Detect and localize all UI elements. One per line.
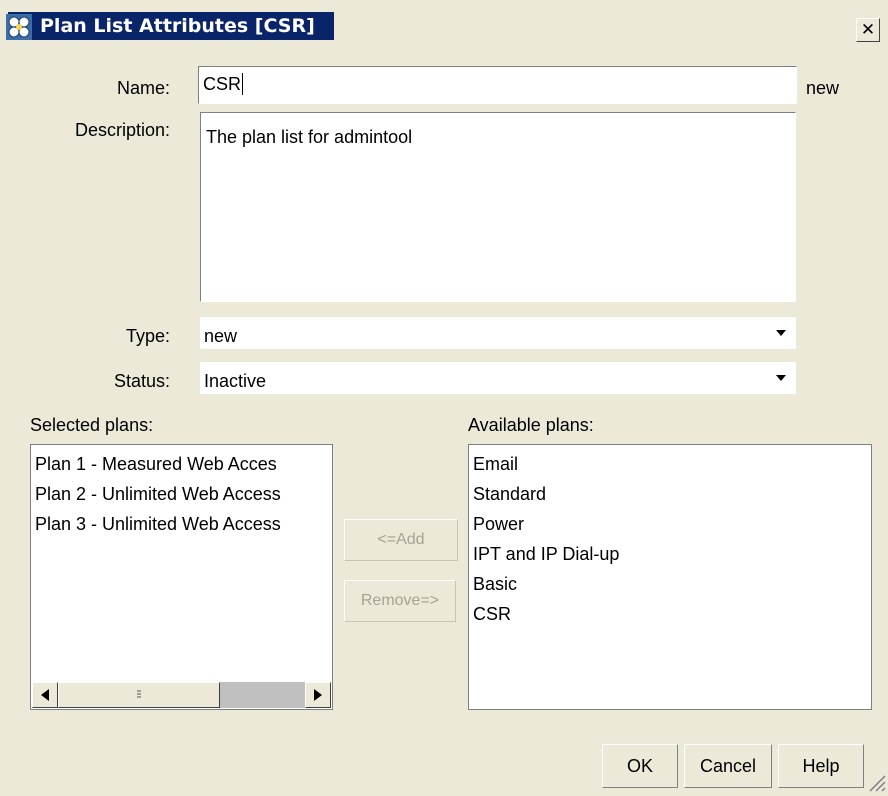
name-field[interactable]: CSR — [198, 66, 797, 104]
help-button[interactable]: Help — [778, 744, 864, 788]
selected-plans-list[interactable]: Plan 1 - Measured Web Acces Plan 2 - Unl… — [30, 444, 333, 710]
status-label: Status: — [113, 371, 170, 391]
list-item[interactable]: Power — [469, 509, 871, 539]
chevron-down-icon[interactable] — [774, 371, 788, 385]
cancel-button[interactable]: Cancel — [684, 744, 772, 788]
plan-list-attributes-dialog: Plan List Attributes [CSR] ✕ Name: CSR n… — [0, 0, 888, 796]
arrow-left-icon — [41, 689, 49, 701]
description-label: Description: — [74, 120, 170, 140]
type-select[interactable]: new — [200, 317, 796, 349]
app-globe-icon — [6, 14, 32, 40]
description-field[interactable]: The plan list for admintool — [200, 112, 796, 302]
list-item[interactable]: Plan 1 - Measured Web Acces — [31, 449, 332, 479]
chevron-down-icon[interactable] — [774, 326, 788, 340]
horizontal-scrollbar[interactable] — [32, 682, 331, 708]
status-select[interactable]: Inactive — [200, 362, 796, 394]
list-item[interactable]: CSR — [469, 599, 871, 629]
scroll-thumb[interactable] — [58, 682, 220, 708]
resize-grip-icon[interactable] — [866, 772, 886, 792]
list-item[interactable]: Email — [469, 449, 871, 479]
available-plans-label: Available plans: — [468, 415, 594, 435]
scroll-left-button[interactable] — [32, 682, 58, 708]
window-title: Plan List Attributes [CSR] — [36, 15, 321, 39]
remove-button[interactable]: Remove=> — [344, 580, 456, 622]
list-item[interactable]: IPT and IP Dial-up — [469, 539, 871, 569]
arrow-right-icon — [314, 689, 322, 701]
ok-button[interactable]: OK — [602, 744, 678, 788]
title-bar[interactable]: Plan List Attributes [CSR] ✕ — [0, 0, 888, 52]
list-item[interactable]: Plan 2 - Unlimited Web Access — [31, 479, 332, 509]
type-value: new — [204, 326, 238, 346]
add-button[interactable]: <=Add — [344, 519, 458, 561]
selected-plans-label: Selected plans: — [30, 415, 154, 435]
scroll-right-button[interactable] — [305, 682, 331, 708]
status-value: Inactive — [204, 371, 267, 391]
type-label: Type: — [125, 326, 170, 346]
list-item[interactable]: Basic — [469, 569, 871, 599]
close-button[interactable]: ✕ — [856, 18, 880, 42]
text-caret — [242, 73, 244, 95]
list-item[interactable]: Standard — [469, 479, 871, 509]
available-plans-list[interactable]: Email Standard Power IPT and IP Dial-up … — [468, 444, 872, 710]
name-status-text: new — [806, 78, 840, 98]
grip-icon — [137, 690, 141, 698]
name-value: CSR — [203, 74, 242, 94]
close-icon: ✕ — [860, 20, 876, 40]
list-item[interactable]: Plan 3 - Unlimited Web Access — [31, 509, 332, 539]
name-label: Name: — [116, 78, 170, 98]
